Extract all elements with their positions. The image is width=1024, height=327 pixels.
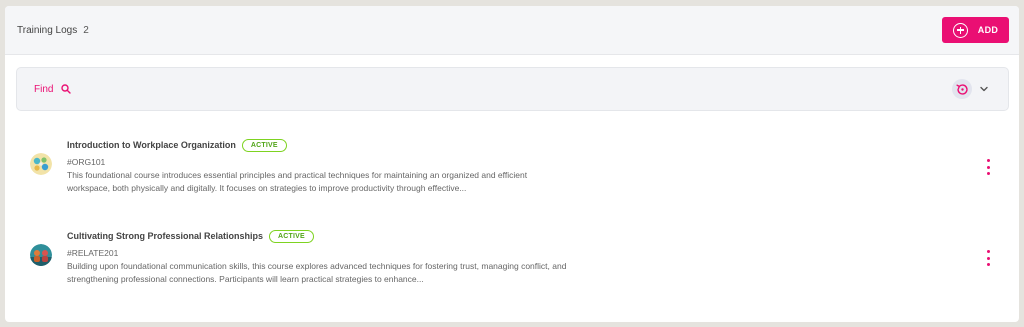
find-label: Find [34,83,54,95]
add-button-label: ADD [977,25,999,35]
chevron-down-icon[interactable] [978,83,990,95]
plus-circle-icon [952,22,968,38]
course-description: This foundational course introduces esse… [67,170,528,193]
training-logs-panel: Training Logs 2 ADD Find Introduction to… [5,6,1019,322]
history-button[interactable] [952,79,972,99]
course-code: #ORG101 [67,157,106,167]
status-badge: ACTIVE [269,229,314,243]
course-code: #RELATE201 [67,248,119,258]
item-title-row: Introduction to Workplace Organization A… [67,136,1019,154]
list-item[interactable]: Introduction to Workplace Organization A… [5,136,1019,227]
search-icon [61,84,72,94]
more-vertical-icon[interactable] [985,250,991,266]
item-title[interactable]: Cultivating Strong Professional Relation… [67,231,263,241]
record-count: 2 [83,24,89,36]
list-item[interactable]: Cultivating Strong Professional Relation… [5,227,1019,318]
history-icon [955,83,968,95]
page-title: Training Logs 2 [17,25,89,36]
panel-header: Training Logs 2 ADD [5,6,1019,55]
page-title-text: Training Logs [17,24,78,36]
status-badge: ACTIVE [241,138,287,152]
training-log-list: Introduction to Workplace Organization A… [5,136,1019,318]
course-thumbnail [30,153,52,175]
filter-actions [952,79,990,99]
course-thumbnail [30,244,52,266]
filter-bar: Find [16,67,1009,111]
item-title-row: Cultivating Strong Professional Relation… [67,227,1019,245]
more-vertical-icon[interactable] [985,159,991,175]
course-description: Building upon foundational communication… [67,261,567,284]
find-button[interactable]: Find [34,83,72,95]
item-title[interactable]: Introduction to Workplace Organization [67,140,236,150]
add-button[interactable]: ADD [942,17,1009,43]
